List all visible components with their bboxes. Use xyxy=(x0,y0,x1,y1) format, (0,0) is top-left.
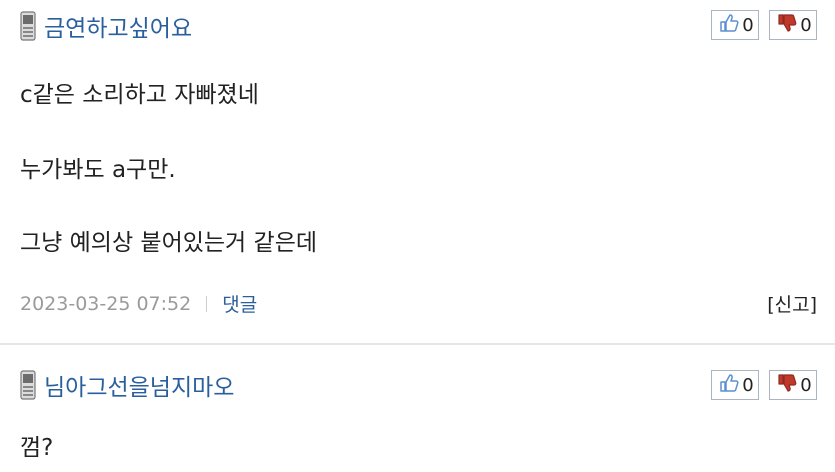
comment-text-line: 껌? xyxy=(20,435,54,461)
dislike-count: 0 xyxy=(800,374,812,396)
vote-buttons: 0 0 xyxy=(711,370,817,400)
comment-text-line: 누가봐도 a구만. xyxy=(20,157,176,183)
mobile-phone-icon xyxy=(20,370,36,400)
like-count: 0 xyxy=(742,14,754,36)
dislike-button[interactable]: 0 xyxy=(769,10,817,40)
author-name[interactable]: 님아그선을넘지마오 xyxy=(44,368,234,402)
comment: 님아그선을넘지마오 0 0 껌? xyxy=(0,345,835,472)
dislike-count: 0 xyxy=(800,14,812,36)
mobile-phone-icon xyxy=(20,11,36,41)
comment-text-line: 그냥 예의상 붙어있는거 같은데 xyxy=(20,230,318,256)
dislike-button[interactable]: 0 xyxy=(769,370,817,400)
thumbs-up-icon xyxy=(718,372,740,399)
thumbs-down-icon xyxy=(776,372,798,399)
vote-buttons: 0 0 xyxy=(711,10,817,40)
thumbs-up-icon xyxy=(718,12,740,39)
comment-text-line: c같은 소리하고 자빠졌네 xyxy=(20,82,259,108)
thumbs-down-icon xyxy=(776,12,798,39)
like-button[interactable]: 0 xyxy=(711,10,759,40)
comment: 금연하고싶어요 0 0 c같은 소리하고 자빠졌네 누가봐도 a구만. 그냥 예… xyxy=(0,0,835,345)
author-name[interactable]: 금연하고싶어요 xyxy=(44,9,192,43)
report-link[interactable]: [신고] xyxy=(767,290,817,317)
like-button[interactable]: 0 xyxy=(711,370,759,400)
meta-divider xyxy=(206,295,208,312)
comment-header: 님아그선을넘지마오 xyxy=(20,369,234,401)
reply-link[interactable]: 댓글 xyxy=(222,290,257,317)
like-count: 0 xyxy=(742,374,754,396)
comment-date: 2023-03-25 07:52 xyxy=(20,292,192,315)
comment-header: 금연하고싶어요 xyxy=(20,10,192,42)
comment-meta: 2023-03-25 07:52 댓글 xyxy=(20,290,257,317)
